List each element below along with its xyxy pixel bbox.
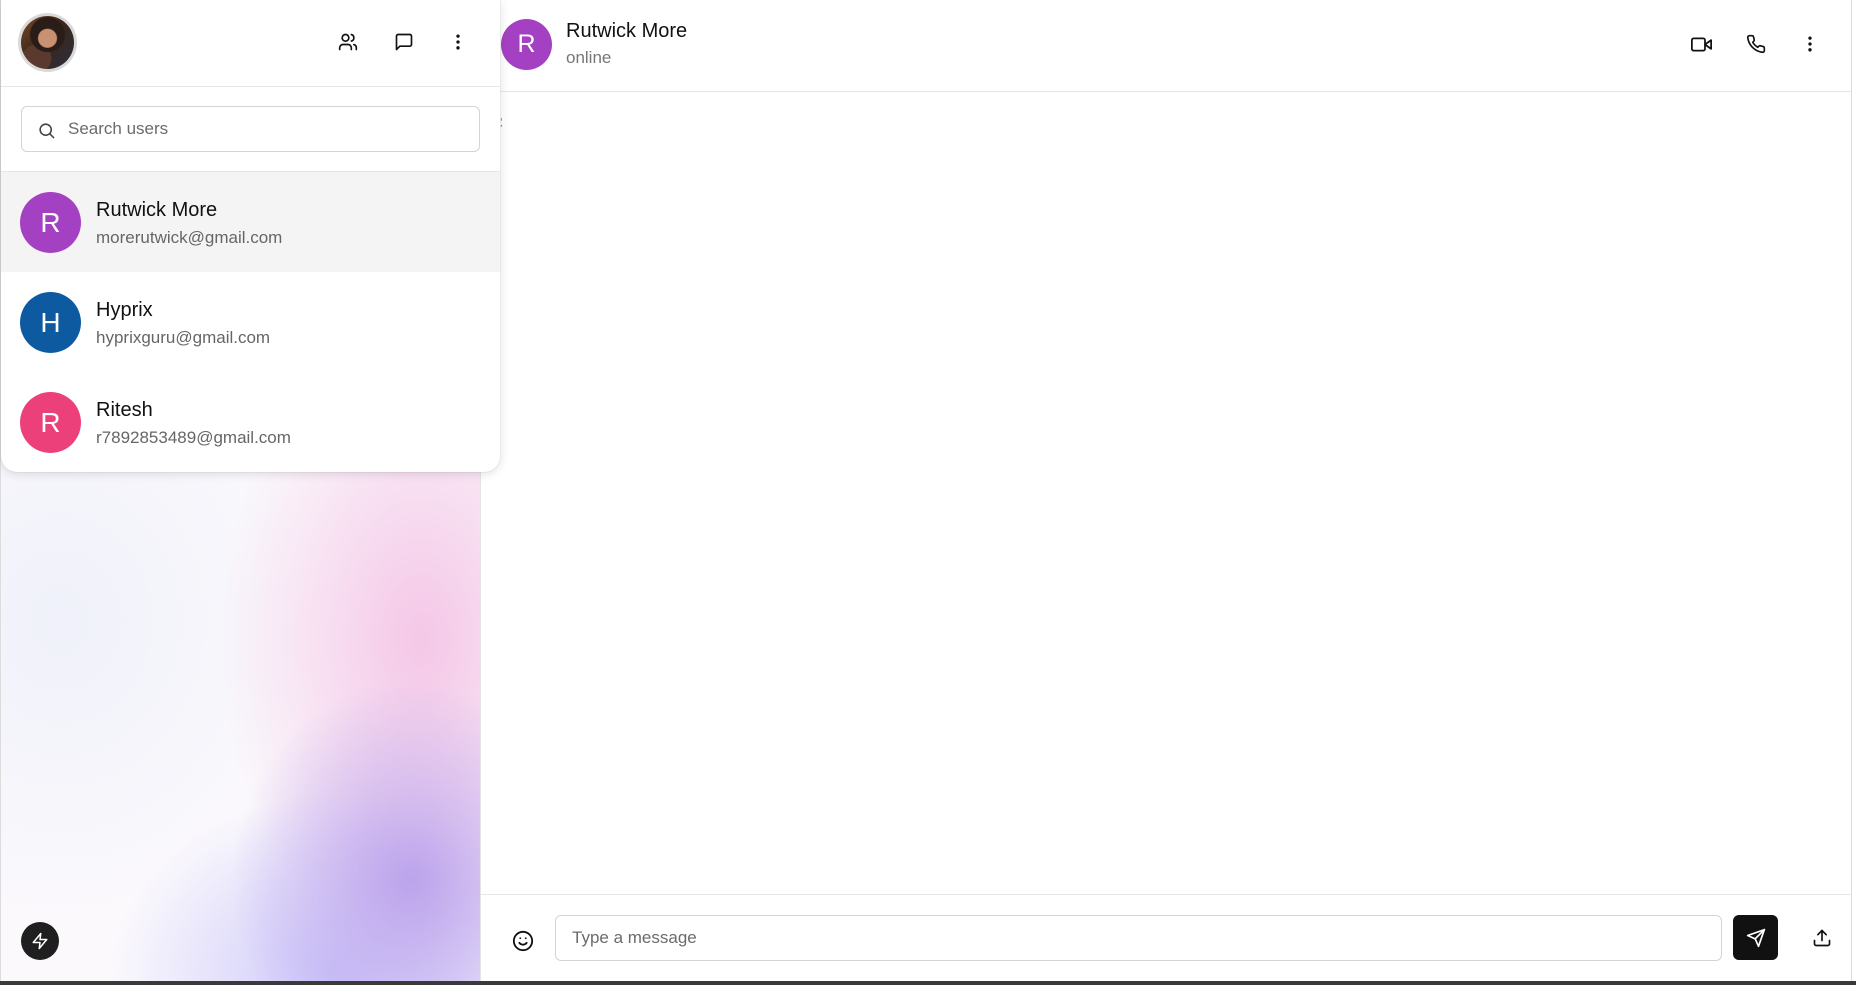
user-name: Rutwick More: [96, 199, 218, 221]
video-icon[interactable]: [1685, 28, 1717, 60]
chat-panel: R Rutwick More online ;: [481, 0, 1852, 981]
contact-avatar[interactable]: R: [501, 19, 552, 70]
user-email: hyprixguru@gmail.com: [96, 328, 271, 347]
users-icon[interactable]: [332, 26, 364, 58]
avatar: R: [20, 192, 81, 253]
profile-photo: [21, 16, 74, 69]
chat-header: R Rutwick More online: [481, 0, 1851, 92]
message-composer: [481, 894, 1852, 981]
search-section: [1, 87, 500, 172]
user-email: morerutwick@gmail.com: [96, 228, 283, 247]
user-list-item-rutwick[interactable]: R Rutwick More morerutwick@gmail.com: [1, 172, 500, 272]
sidebar-panel: R Rutwick More morerutwick@gmail.com H H…: [1, 0, 500, 472]
avatar: H: [20, 292, 81, 353]
search-box: [21, 106, 480, 152]
more-vertical-icon[interactable]: [1794, 28, 1826, 60]
user-name: Hyprix: [96, 299, 153, 321]
user-list: R Rutwick More morerutwick@gmail.com H H…: [1, 172, 500, 472]
user-email: r7892853489@gmail.com: [96, 428, 291, 447]
search-input[interactable]: [22, 107, 479, 151]
send-icon: [1746, 928, 1765, 947]
contact-name: Rutwick More: [566, 20, 688, 42]
profile-avatar[interactable]: [18, 13, 77, 72]
app-window: R Rutwick More morerutwick@gmail.com H H…: [0, 0, 1856, 985]
more-vertical-icon[interactable]: [442, 26, 474, 58]
sidebar-header: [1, 0, 500, 87]
user-list-item-hyprix[interactable]: H Hyprix hyprixguru@gmail.com: [1, 272, 500, 372]
send-button[interactable]: [1733, 915, 1778, 960]
message-square-icon[interactable]: [388, 26, 420, 58]
message-input[interactable]: [555, 915, 1722, 961]
smile-icon[interactable]: [509, 927, 537, 955]
contact-status: online: [566, 48, 612, 67]
phone-icon[interactable]: [1740, 28, 1772, 60]
zap-icon: [32, 932, 48, 950]
search-icon: [39, 123, 55, 139]
avatar: R: [20, 392, 81, 453]
user-name: Ritesh: [96, 399, 153, 421]
user-list-item-ritesh[interactable]: R Ritesh r7892853489@gmail.com: [1, 372, 500, 472]
bolt-button[interactable]: [21, 922, 59, 960]
upload-icon[interactable]: [1808, 924, 1836, 952]
